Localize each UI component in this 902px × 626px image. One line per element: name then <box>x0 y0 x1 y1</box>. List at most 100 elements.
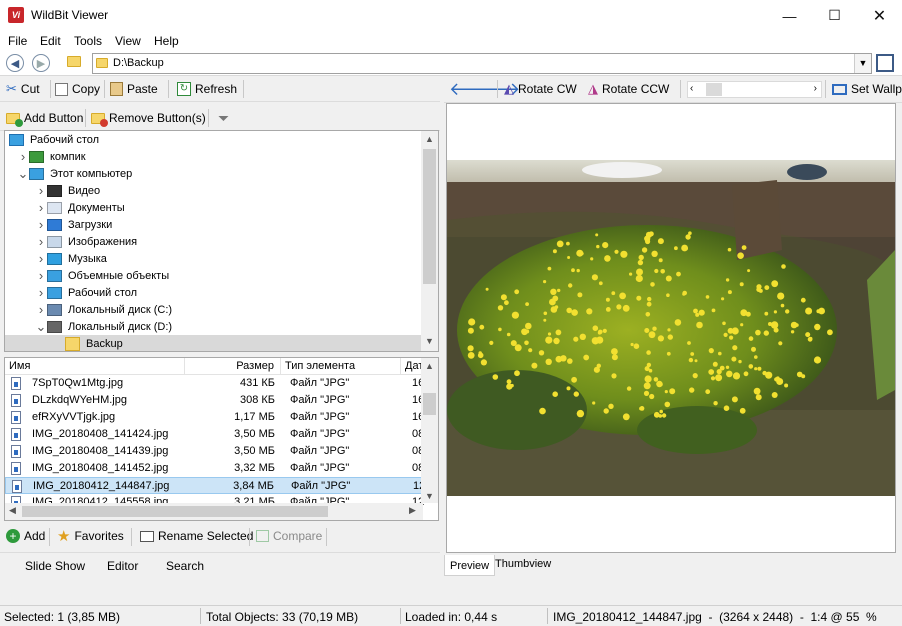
address-field[interactable]: D:\Backup ▼ <box>92 53 872 74</box>
tree-item[interactable]: › компик <box>5 148 421 165</box>
chevron-right-icon[interactable]: › <box>17 149 29 164</box>
refresh-button[interactable]: ↻ Refresh <box>177 80 237 98</box>
tree-scroll-thumb[interactable] <box>423 149 436 284</box>
minimize-button[interactable]: — <box>767 0 812 31</box>
file-list-hscrollbar[interactable]: ◀ ▶ <box>5 503 423 520</box>
rotate-ccw-button[interactable]: ◮ Rotate CCW <box>588 80 669 98</box>
table-row[interactable]: IMG_20180408_141424.jpg 3,50 МБ Файл "JPG"… <box>5 426 424 443</box>
set-wallpaper-button[interactable]: Set Wallp <box>832 80 902 98</box>
table-row[interactable]: efRXyVVTjgk.jpg 1,17 МБ Файл "JPG" 16 <box>5 409 424 426</box>
table-row[interactable]: IMG_20180412_144847.jpg 3,84 МБ Файл "JPG"… <box>5 477 425 494</box>
flower-dot <box>732 345 738 351</box>
chevron-down-icon[interactable]: ⌄ <box>35 319 47 335</box>
flower-dot <box>525 322 532 330</box>
filter-button[interactable]: ⏷ <box>218 109 229 127</box>
rename-selected-button[interactable]: Rename Selected <box>140 527 253 545</box>
paste-button[interactable]: Paste <box>110 80 158 98</box>
chevron-right-icon[interactable]: › <box>35 217 47 232</box>
back-button[interactable]: ◀ <box>6 54 24 72</box>
flower-dot <box>545 336 553 344</box>
file-size: 3,84 МБ <box>233 480 274 492</box>
compare-icon <box>256 530 269 542</box>
tree-item[interactable]: › Загрузки <box>5 216 421 233</box>
rotate-ccw-label: Rotate CCW <box>602 82 670 96</box>
remove-button-button[interactable]: Remove Button(s) <box>91 109 206 127</box>
toolbar-scroll-thumb[interactable] <box>706 83 722 96</box>
file-name: IMG_20180408_141452.jpg <box>32 462 169 474</box>
file-hscroll-thumb[interactable] <box>22 506 328 517</box>
table-row[interactable]: DLzkdqWYeHM.jpg 308 КБ Файл "JPG" 16 <box>5 392 424 409</box>
flower-dot <box>756 284 762 290</box>
flower-dot <box>511 311 519 319</box>
table-row[interactable]: 7SpT0Qw1Mtg.jpg 431 КБ Файл "JPG" 16 <box>5 375 424 392</box>
flower-dot <box>636 268 643 276</box>
favorites-button[interactable]: ★ Favorites <box>57 527 124 545</box>
paste-label: Paste <box>127 82 158 96</box>
flower-dot <box>653 411 660 418</box>
chevron-right-icon[interactable]: › <box>35 268 47 283</box>
file-list-scrollbar[interactable]: ▲ ▼ <box>421 358 438 503</box>
tree-item[interactable]: › Изображения <box>5 233 421 250</box>
tree-item[interactable]: › Локальный диск (C:) <box>5 301 421 318</box>
menu-tools[interactable]: Tools <box>74 34 102 48</box>
refresh-icon: ↻ <box>177 82 191 96</box>
maximize-button[interactable]: ☐ <box>812 0 857 31</box>
up-folder-button[interactable] <box>67 56 81 70</box>
flower-dot <box>753 387 761 395</box>
flower-dot <box>721 297 725 301</box>
chevron-right-icon[interactable]: › <box>35 200 47 215</box>
image-file-icon <box>11 377 21 390</box>
rename-icon <box>140 530 154 542</box>
tab-search[interactable]: Search <box>166 559 204 573</box>
tree-item[interactable]: ⌄ Этот компьютер <box>5 165 421 182</box>
tab-editor[interactable]: Editor <box>107 559 138 573</box>
chevron-right-icon[interactable]: › <box>35 285 47 300</box>
fullscreen-icon[interactable] <box>876 54 894 72</box>
column-size[interactable]: Размер <box>185 358 281 375</box>
image-file-icon <box>11 411 21 424</box>
flower-dot <box>784 383 789 388</box>
compare-button[interactable]: Compare <box>256 527 322 545</box>
menu-edit[interactable]: Edit <box>40 34 61 48</box>
tree-root[interactable]: Рабочий стол <box>5 131 421 148</box>
address-dropdown-icon[interactable]: ▼ <box>854 54 871 73</box>
table-row[interactable]: IMG_20180408_141439.jpg 3,50 МБ Файл "JPG"… <box>5 443 424 460</box>
copy-button[interactable]: Copy <box>55 80 100 98</box>
rotate-cw-button[interactable]: ◭ Rotate CW <box>504 80 577 98</box>
menu-file[interactable]: File <box>8 34 27 48</box>
flower-dot <box>467 352 475 359</box>
flower-dot <box>809 336 813 341</box>
menu-view[interactable]: View <box>115 34 141 48</box>
tree-item[interactable]: › Видео <box>5 182 421 199</box>
chevron-right-icon[interactable]: › <box>35 251 47 266</box>
toolbar-hscrollbar[interactable]: ‹ › <box>687 81 822 98</box>
add-button-button[interactable]: Add Button <box>6 109 83 127</box>
table-row[interactable]: IMG_20180408_141452.jpg 3,32 МБ Файл "JPG"… <box>5 460 424 477</box>
chevron-right-icon[interactable]: › <box>35 183 47 198</box>
panel-splitter[interactable] <box>440 76 444 576</box>
tree-item[interactable]: › Музыка <box>5 250 421 267</box>
tree-item[interactable]: ⌄ Локальный диск (D:) <box>5 318 421 335</box>
column-name[interactable]: Имя <box>5 358 185 375</box>
tab-thumbview[interactable]: Thumbview <box>495 558 551 570</box>
menu-help[interactable]: Help <box>154 34 179 48</box>
tab-slide-show[interactable]: Slide Show <box>25 559 85 573</box>
add-favorite-button[interactable]: + Add <box>6 527 45 545</box>
chevron-right-icon[interactable]: › <box>35 234 47 249</box>
tree-item[interactable]: › Рабочий стол <box>5 284 421 301</box>
garden-photo[interactable] <box>447 160 895 496</box>
forward-button[interactable]: ▶ <box>32 54 50 72</box>
cut-button[interactable]: ✂ Cut <box>6 80 40 98</box>
column-type[interactable]: Тип элемента <box>281 358 401 375</box>
tree-scrollbar[interactable]: ▲ ▼ <box>421 131 438 351</box>
file-name: IMG_20180408_141424.jpg <box>32 428 169 440</box>
tree-item[interactable]: Backup <box>5 335 421 351</box>
chevron-right-icon[interactable]: › <box>35 302 47 317</box>
flower-dot <box>725 365 730 369</box>
tab-preview[interactable]: Preview <box>444 555 496 576</box>
file-scroll-thumb[interactable] <box>423 393 436 415</box>
close-button[interactable]: ✕ <box>857 0 902 31</box>
chevron-down-icon[interactable]: ⌄ <box>17 166 29 182</box>
tree-item[interactable]: › Объемные объекты <box>5 267 421 284</box>
tree-item[interactable]: › Документы <box>5 199 421 216</box>
